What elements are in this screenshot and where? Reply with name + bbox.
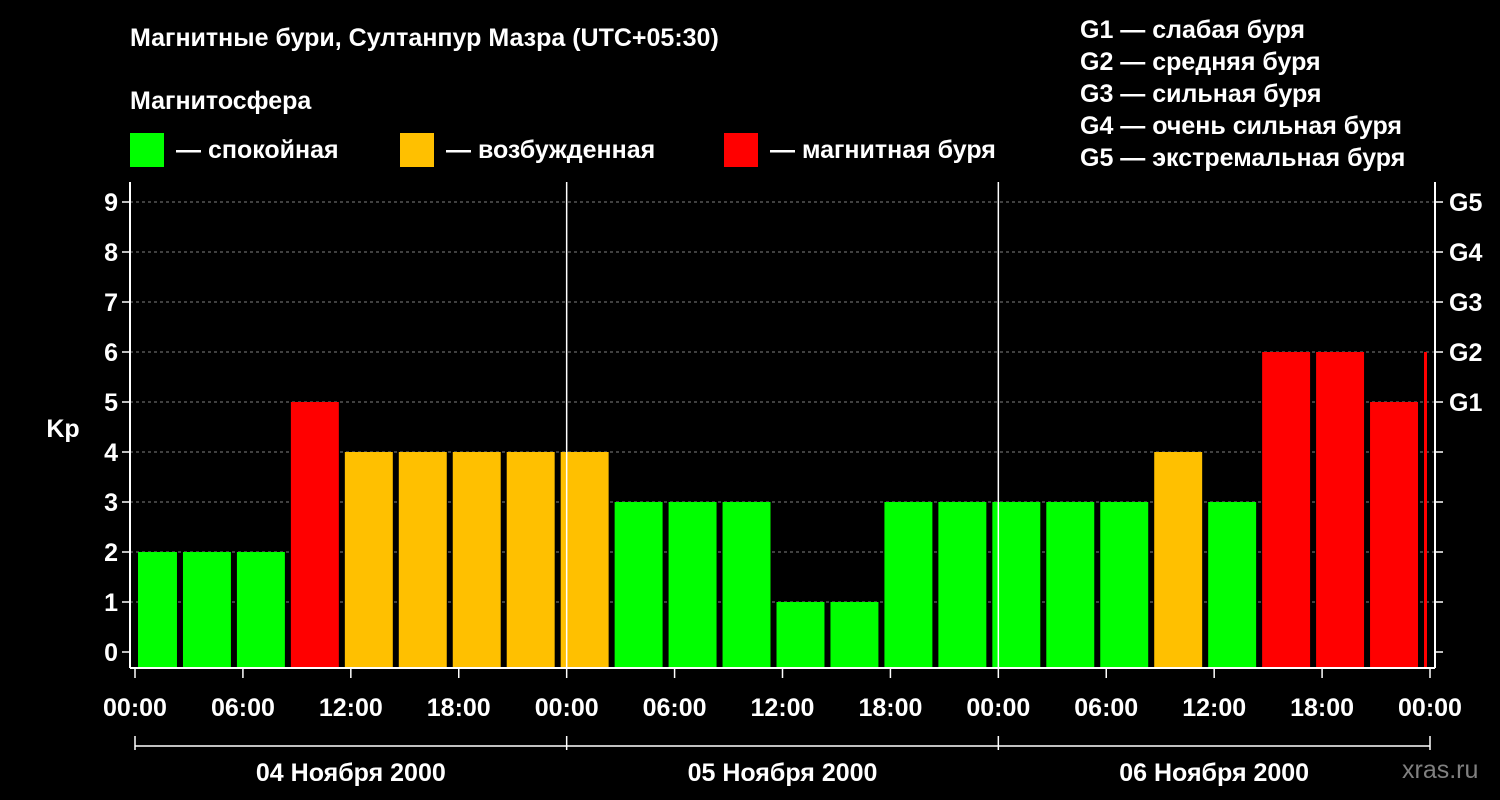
kp-bar [1424, 352, 1427, 667]
kp-bar [1046, 502, 1095, 667]
x-tick-label: 06:00 [211, 694, 275, 722]
kp-bar [1262, 352, 1311, 667]
storm-level-label: G5 [1449, 189, 1482, 217]
x-tick-label: 12:00 [751, 694, 815, 722]
brand-watermark: xras.ru [1402, 756, 1479, 784]
y-axis-label: Kp [46, 415, 79, 443]
kp-bar [776, 602, 825, 667]
x-tick-label: 00:00 [535, 694, 599, 722]
kp-bar [560, 452, 609, 667]
day-label: 05 Ноября 2000 [688, 759, 878, 787]
x-tick-label: 06:00 [1074, 694, 1138, 722]
day-label: 06 Ноября 2000 [1119, 759, 1309, 787]
storm-level-label: G4 [1449, 239, 1482, 267]
kp-bar [614, 502, 663, 667]
y-tick-label: 3 [104, 489, 118, 517]
kp-bar [506, 452, 555, 667]
x-tick-label: 00:00 [103, 694, 167, 722]
y-tick-label: 1 [104, 589, 118, 617]
kp-bar [138, 552, 177, 667]
storm-level-label: G1 [1449, 389, 1482, 417]
y-tick-label: 8 [104, 239, 118, 267]
kp-bar [236, 552, 285, 667]
x-tick-label: 12:00 [319, 694, 383, 722]
kp-bar [1100, 502, 1149, 667]
kp-bar [452, 452, 501, 667]
x-tick-label: 18:00 [427, 694, 491, 722]
kp-chart: 0 1 2 3 4 5 6 7 8 9 G1 G2 G3 G4 G5 Kp 00:00 06:00 12:00 18:… [46, 182, 1482, 787]
kp-bar [1208, 502, 1257, 667]
kp-bar [992, 502, 1041, 667]
kp-bar [668, 502, 717, 667]
x-tick-label: 00:00 [1398, 694, 1462, 722]
kp-bar [1316, 352, 1365, 667]
kp-bar [1370, 402, 1419, 667]
kp-bar [290, 402, 339, 667]
kp-bar [938, 502, 987, 667]
kp-bar [182, 552, 231, 667]
kp-bar [1154, 452, 1203, 667]
day-label: 04 Ноября 2000 [256, 759, 446, 787]
y-tick-label: 6 [104, 339, 118, 367]
y-tick-label: 7 [104, 289, 118, 317]
kp-bar [830, 602, 879, 667]
kp-bar [398, 452, 447, 667]
x-tick-label: 00:00 [966, 694, 1030, 722]
kp-bar [722, 502, 771, 667]
y-tick-label: 9 [104, 189, 118, 217]
y-tick-label: 4 [104, 439, 118, 467]
y-tick-label: 0 [104, 639, 118, 667]
x-tick-label: 18:00 [858, 694, 922, 722]
x-tick-label: 06:00 [643, 694, 707, 722]
storm-level-label: G2 [1449, 339, 1482, 367]
y-tick-label: 2 [104, 539, 118, 567]
storm-level-label: G3 [1449, 289, 1482, 317]
kp-bar [884, 502, 933, 667]
x-tick-label: 12:00 [1182, 694, 1246, 722]
kp-bar [344, 452, 393, 667]
y-tick-label: 5 [104, 389, 118, 417]
x-tick-label: 18:00 [1290, 694, 1354, 722]
